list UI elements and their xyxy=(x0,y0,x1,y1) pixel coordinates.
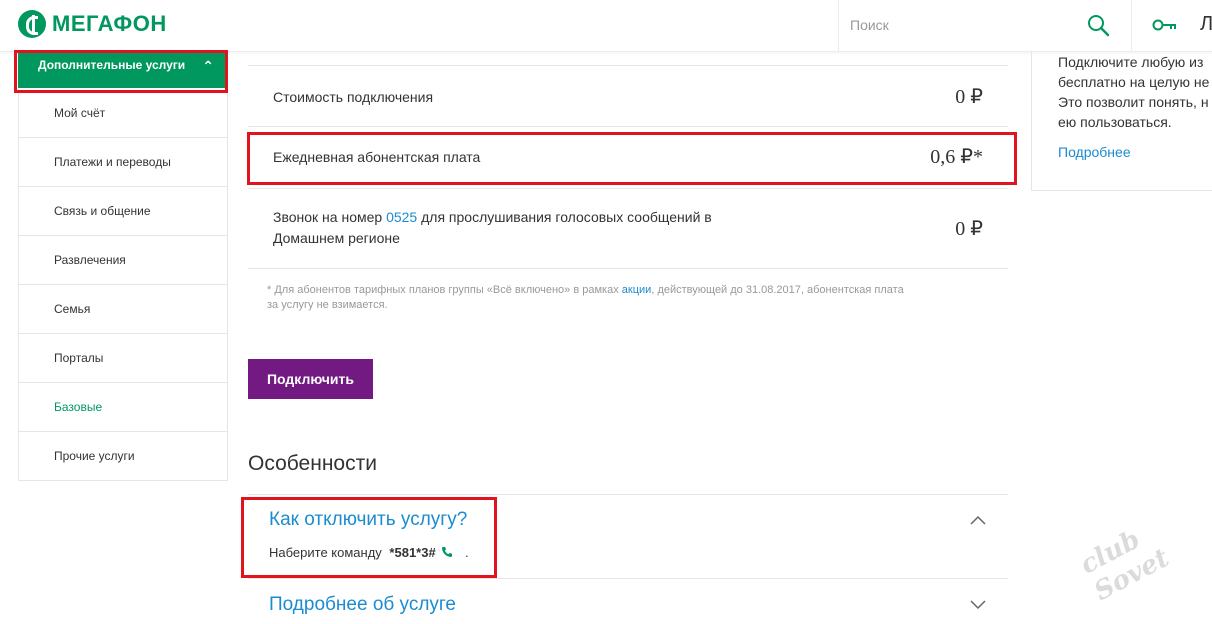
more-link[interactable]: Подробнее xyxy=(1058,144,1131,160)
promo-panel: Подключите любую из бесплатно на целую н… xyxy=(1031,52,1212,191)
number-link[interactable]: 0525 xyxy=(386,209,417,225)
sidebar-item-label: Связь и общение xyxy=(54,204,151,218)
logo-text: МегаФон xyxy=(52,11,167,36)
search-box xyxy=(838,0,1132,52)
divider xyxy=(248,494,1008,495)
sidebar-item-family[interactable]: Семья xyxy=(18,285,228,334)
promo-text: Подключите любую из бесплатно на целую н… xyxy=(1058,52,1212,132)
price-row-connection: Стоимость подключения 0 ₽ xyxy=(248,65,1008,127)
watermark-logo: club Sovet xyxy=(1075,524,1175,608)
price-label: Звонок на номер 0525 для прослушивания г… xyxy=(273,207,712,249)
promo-line: ею пользоваться. xyxy=(1058,114,1172,130)
sidebar: Дополнительные услуги ⌃ Мой счёт Платежи… xyxy=(18,52,228,481)
promo-link[interactable]: акции xyxy=(622,284,652,296)
sidebar-item-basic[interactable]: Базовые xyxy=(18,383,228,432)
footnote-text: * Для абонентов тарифных планов группы «… xyxy=(267,284,619,296)
price-label: Стоимость подключения xyxy=(273,89,434,105)
sidebar-item-label: Базовые xyxy=(54,400,103,414)
sidebar-item-label: Платежи и переводы xyxy=(54,155,171,169)
key-icon[interactable] xyxy=(1152,16,1178,34)
sidebar-item-label: Прочие услуги xyxy=(54,449,135,463)
accordion-details-title[interactable]: Подробнее об услуге xyxy=(269,594,456,616)
sidebar-item-label: Семья xyxy=(54,302,91,316)
sidebar-item-my-account[interactable]: Мой счёт xyxy=(18,88,228,138)
footnote-text: , действующей до 31.08.2017, абонентская… xyxy=(651,284,904,296)
price-label-text: Звонок на номер xyxy=(273,209,383,225)
sidebar-item-portals[interactable]: Порталы xyxy=(18,334,228,383)
chevron-down-icon[interactable] xyxy=(970,600,986,610)
highlight-frame-disable xyxy=(241,497,497,578)
search-icon[interactable] xyxy=(1086,13,1110,37)
sidebar-item-communication[interactable]: Связь и общение xyxy=(18,187,228,236)
price-label-text: Домашнем регионе xyxy=(273,230,400,246)
login-link[interactable]: Л xyxy=(1200,13,1212,36)
search-input[interactable] xyxy=(850,14,1070,36)
highlight-frame-daily-fee xyxy=(247,132,1017,185)
sidebar-item-other-services[interactable]: Прочие услуги xyxy=(18,432,228,481)
price-value: 0 ₽ xyxy=(955,218,983,240)
sidebar-item-payments[interactable]: Платежи и переводы xyxy=(18,138,228,187)
sidebar-item-label: Порталы xyxy=(54,351,104,365)
footnote-text: за услугу не взимается. xyxy=(267,299,388,311)
divider xyxy=(248,578,1008,579)
price-label-text: для прослушивания голосовых сообщений в xyxy=(421,209,712,225)
price-value: 0 ₽ xyxy=(955,86,983,108)
highlight-frame-sidebar xyxy=(14,50,228,93)
price-row-voicemail: Звонок на номер 0525 для прослушивания г… xyxy=(248,189,1008,269)
sidebar-item-label: Мой счёт xyxy=(54,105,106,120)
megafon-logo[interactable]: МегаФон xyxy=(18,10,167,38)
sidebar-item-entertainment[interactable]: Развлечения xyxy=(18,236,228,285)
sidebar-item-label: Развлечения xyxy=(54,253,126,267)
connect-button[interactable]: Подключить xyxy=(248,359,373,399)
megafon-logo-icon xyxy=(18,10,46,38)
promo-line: Это позволит понять, н xyxy=(1058,94,1209,110)
header: МегаФон Л xyxy=(0,0,1212,52)
promo-line: Подключите любую из xyxy=(1058,54,1204,70)
footnote: * Для абонентов тарифных планов группы «… xyxy=(267,283,987,313)
features-title: Особенности xyxy=(248,452,377,475)
promo-line: бесплатно на целую не xyxy=(1058,74,1210,90)
chevron-up-icon[interactable] xyxy=(970,515,986,525)
